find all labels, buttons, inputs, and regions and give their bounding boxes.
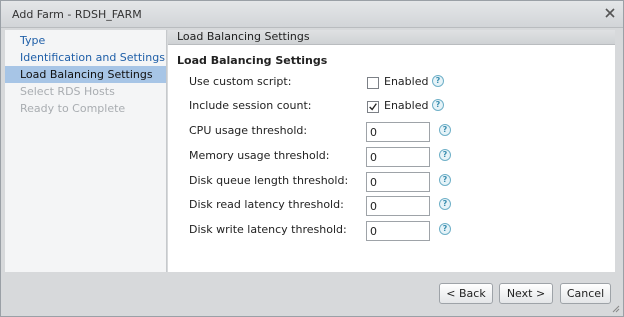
disk-read-latency-threshold-label: Disk read latency threshold: <box>189 198 344 211</box>
panel-header: Load Balancing Settings <box>168 30 615 45</box>
close-icon[interactable] <box>604 7 616 19</box>
section-title: Load Balancing Settings <box>177 54 328 67</box>
cpu-usage-threshold-input[interactable] <box>366 122 430 142</box>
disk-queue-length-threshold-label: Disk queue length threshold: <box>189 174 349 187</box>
use-custom-script-label: Use custom script: <box>189 75 292 88</box>
sidebar-item-select-rds-hosts: Select RDS Hosts <box>20 85 115 98</box>
memory-usage-threshold-input[interactable] <box>366 147 430 167</box>
disk-read-latency-threshold-input[interactable] <box>366 196 430 216</box>
disk-queue-length-threshold-input[interactable] <box>366 172 430 192</box>
cpu-usage-threshold-label: CPU usage threshold: <box>189 124 308 137</box>
use-custom-script-enabled-label[interactable]: Enabled <box>384 75 428 88</box>
dialog-title: Add Farm - RDSH_FARM <box>12 8 142 21</box>
include-session-count-checkbox[interactable] <box>367 101 379 113</box>
wizard-steps-sidebar: Type Identification and Settings Load Ba… <box>5 30 167 272</box>
sidebar-item-load-balancing[interactable]: Load Balancing Settings <box>5 66 166 83</box>
resize-grip-icon[interactable] <box>610 303 620 313</box>
disk-write-latency-threshold-label: Disk write latency threshold: <box>189 223 347 236</box>
help-icon[interactable]: ? <box>439 198 451 210</box>
add-farm-dialog: Add Farm - RDSH_FARM Type Identification… <box>0 0 624 317</box>
title-bar[interactable]: Add Farm - RDSH_FARM <box>1 1 623 28</box>
help-icon[interactable]: ? <box>439 124 451 136</box>
next-button[interactable]: Next > <box>499 283 553 304</box>
sidebar-item-identification[interactable]: Identification and Settings <box>5 49 166 66</box>
help-icon[interactable]: ? <box>439 149 451 161</box>
back-button[interactable]: < Back <box>439 283 493 304</box>
use-custom-script-checkbox[interactable] <box>367 77 379 89</box>
help-icon[interactable]: ? <box>439 174 451 186</box>
sidebar-item-type[interactable]: Type <box>5 32 166 49</box>
memory-usage-threshold-label: Memory usage threshold: <box>189 149 330 162</box>
sidebar-item-ready-to-complete: Ready to Complete <box>20 102 126 115</box>
settings-panel: Load Balancing Settings Load Balancing S… <box>168 30 615 272</box>
cancel-button[interactable]: Cancel <box>560 283 611 304</box>
include-session-count-enabled-label[interactable]: Enabled <box>384 99 428 112</box>
checkmark-icon <box>369 103 377 111</box>
help-icon[interactable]: ? <box>432 75 444 87</box>
help-icon[interactable]: ? <box>432 99 444 111</box>
include-session-count-label: Include session count: <box>189 99 312 112</box>
disk-write-latency-threshold-input[interactable] <box>366 221 430 241</box>
help-icon[interactable]: ? <box>439 223 451 235</box>
